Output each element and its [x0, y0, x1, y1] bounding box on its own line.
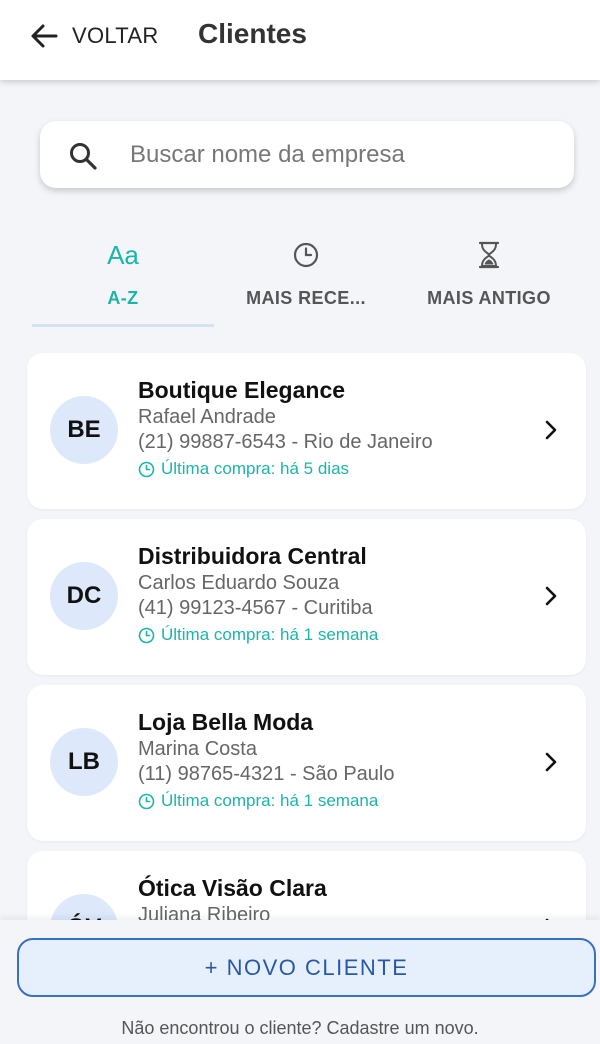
active-tab-indicator	[32, 324, 214, 327]
chevron-right-icon	[545, 752, 557, 772]
footer-hint: Não encontrou o cliente? Cadastre um nov…	[121, 1018, 479, 1038]
new-client-button[interactable]: + NOVO CLIENTE	[17, 938, 596, 997]
avatar: BE	[50, 396, 118, 464]
sort-tabs: Aa A-Z MAIS RECE... MAIS ANTIGO	[32, 215, 580, 327]
clock-icon	[138, 627, 155, 643]
client-name: Loja Bella Moda	[138, 709, 314, 735]
last-purchase-text: Última compra: há 5 dias	[161, 459, 350, 478]
tab-label: MAIS ANTIGO	[427, 288, 551, 308]
tab-label: A-Z	[107, 288, 139, 308]
clock-icon	[138, 793, 155, 809]
client-card[interactable]: ÓV Ótica Visão Clara Juliana Ribeiro	[27, 851, 586, 922]
phone-city: (11) 98765-4321 - São Paulo	[138, 763, 395, 785]
client-card[interactable]: DC Distribuidora Central Carlos Eduardo …	[27, 519, 586, 675]
chevron-right-icon	[545, 586, 557, 606]
tab-label: MAIS RECE...	[246, 288, 366, 308]
client-name: Distribuidora Central	[138, 543, 367, 569]
aa-icon: Aa	[107, 239, 139, 270]
clock-icon	[292, 240, 320, 270]
search-icon	[70, 143, 97, 170]
search-bar	[40, 121, 574, 188]
contact-name: Carlos Eduardo Souza	[138, 572, 340, 594]
last-purchase: Última compra: há 5 dias	[138, 459, 349, 479]
last-purchase-text: Última compra: há 1 semana	[161, 791, 379, 810]
chevron-right-icon	[545, 420, 557, 440]
phone-city: (41) 99123-4567 - Curitiba	[138, 597, 373, 619]
client-name: Ótica Visão Clara	[138, 875, 327, 901]
client-list[interactable]: BE Boutique Elegance Rafael Andrade (21)…	[0, 352, 600, 922]
client-card[interactable]: BE Boutique Elegance Rafael Andrade (21)…	[27, 353, 586, 509]
phone-city: (21) 99887-6543 - Rio de Janeiro	[138, 431, 433, 453]
clock-icon	[138, 461, 155, 477]
last-purchase: Última compra: há 1 semana	[138, 791, 378, 811]
hourglass-icon	[477, 240, 501, 270]
top-app-bar: VOLTAR Clientes	[0, 0, 600, 80]
avatar: LB	[50, 728, 118, 796]
bottom-action-bar: + NOVO CLIENTE Não encontrou o cliente? …	[0, 920, 600, 1044]
client-card[interactable]: LB Loja Bella Moda Marina Costa (11) 987…	[27, 685, 586, 841]
contact-name: Rafael Andrade	[138, 406, 276, 428]
contact-name: Marina Costa	[138, 738, 257, 760]
tab-a-z[interactable]: Aa A-Z	[32, 215, 214, 327]
tab-mais-recente[interactable]: MAIS RECE...	[214, 215, 398, 327]
last-purchase-text: Última compra: há 1 semana	[161, 625, 379, 644]
new-client-label: + NOVO CLIENTE	[204, 954, 409, 980]
page-title: Clientes	[198, 18, 307, 49]
search-input[interactable]	[130, 121, 560, 188]
avatar: DC	[50, 562, 118, 630]
last-purchase: Última compra: há 1 semana	[138, 625, 378, 645]
client-name: Boutique Elegance	[138, 377, 346, 403]
avatar: ÓV	[50, 894, 118, 922]
tab-mais-antigo[interactable]: MAIS ANTIGO	[398, 215, 580, 327]
